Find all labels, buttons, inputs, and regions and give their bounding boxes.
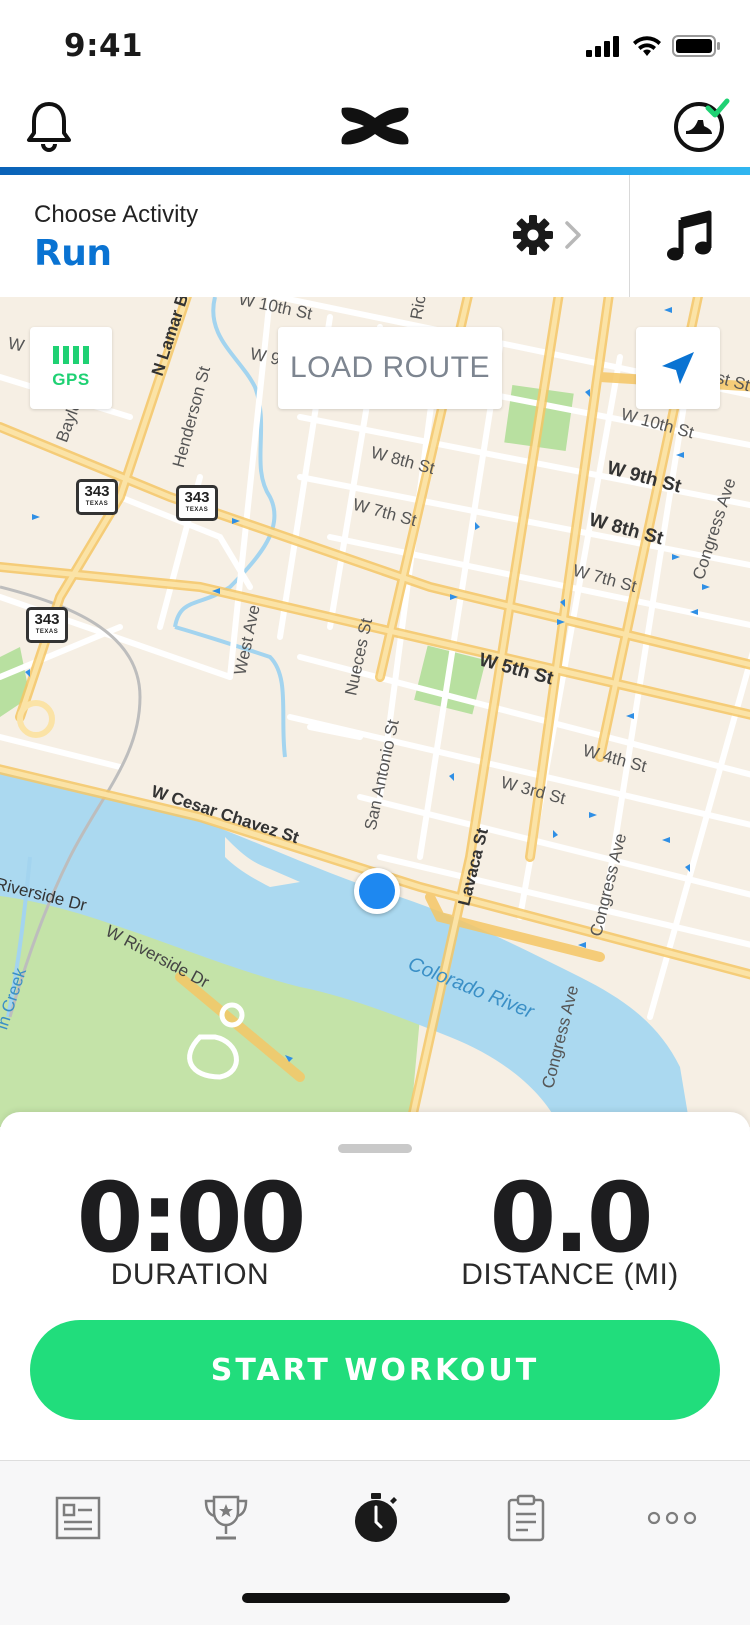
activity-selector[interactable]: Choose Activity Run bbox=[0, 175, 750, 298]
recenter-location-button[interactable] bbox=[636, 327, 720, 409]
app-header bbox=[0, 90, 750, 170]
clipboard-icon bbox=[507, 1494, 545, 1542]
highway-shield: 343 TEXAS bbox=[76, 479, 118, 515]
status-time: 9:41 bbox=[64, 28, 144, 64]
sheet-drag-handle[interactable] bbox=[338, 1144, 412, 1153]
load-route-button[interactable]: LOAD ROUTE bbox=[278, 327, 502, 409]
tab-plans[interactable] bbox=[486, 1483, 566, 1553]
connected-shoes-button[interactable] bbox=[672, 96, 730, 159]
header-accent-bar bbox=[0, 167, 750, 175]
wifi-icon bbox=[633, 36, 661, 56]
tab-feed[interactable] bbox=[38, 1483, 118, 1553]
brand-logo bbox=[338, 104, 412, 153]
highway-shield: 343 TEXAS bbox=[26, 607, 68, 643]
trophy-icon bbox=[204, 1495, 248, 1540]
home-indicator bbox=[242, 1593, 510, 1603]
gps-status-button[interactable]: GPS bbox=[30, 327, 112, 409]
gps-label: GPS bbox=[52, 370, 90, 389]
route-map[interactable]: W 10th St W W 9 Rio W 10th St st St W 9t… bbox=[0, 297, 750, 1127]
tab-more[interactable] bbox=[632, 1483, 712, 1553]
location-arrow-icon bbox=[662, 352, 694, 384]
cellular-signal-icon bbox=[586, 36, 619, 57]
chevron-right-icon bbox=[565, 221, 581, 249]
bell-icon bbox=[27, 102, 71, 152]
feed-icon bbox=[55, 1496, 101, 1540]
activity-settings-button[interactable] bbox=[512, 205, 592, 265]
status-icons bbox=[586, 34, 722, 58]
under-armour-logo-icon bbox=[341, 107, 409, 145]
gear-icon bbox=[513, 215, 553, 255]
more-dots-icon bbox=[647, 1511, 697, 1525]
music-button[interactable] bbox=[630, 175, 750, 297]
start-workout-button[interactable]: START WORKOUT bbox=[30, 1320, 720, 1420]
tab-challenges[interactable] bbox=[186, 1483, 266, 1553]
selected-activity[interactable]: Run bbox=[34, 233, 112, 274]
music-note-icon bbox=[667, 210, 712, 261]
duration-label: DURATION bbox=[110, 1258, 270, 1291]
tab-record[interactable] bbox=[336, 1483, 416, 1553]
shoe-check-icon bbox=[674, 98, 730, 152]
workout-sheet: 0:00 DURATION 0.0 DISTANCE (MI) START WO… bbox=[0, 1112, 750, 1460]
current-location-marker bbox=[354, 868, 400, 914]
distance-label: DISTANCE (MI) bbox=[461, 1258, 679, 1291]
gps-signal-icon bbox=[53, 346, 89, 364]
notifications-button[interactable] bbox=[26, 100, 72, 157]
stopwatch-icon bbox=[355, 1493, 397, 1542]
battery-icon bbox=[672, 35, 720, 57]
tab-bar bbox=[0, 1460, 750, 1625]
highway-shield: 343 TEXAS bbox=[176, 485, 218, 521]
choose-activity-label: Choose Activity bbox=[34, 201, 199, 228]
